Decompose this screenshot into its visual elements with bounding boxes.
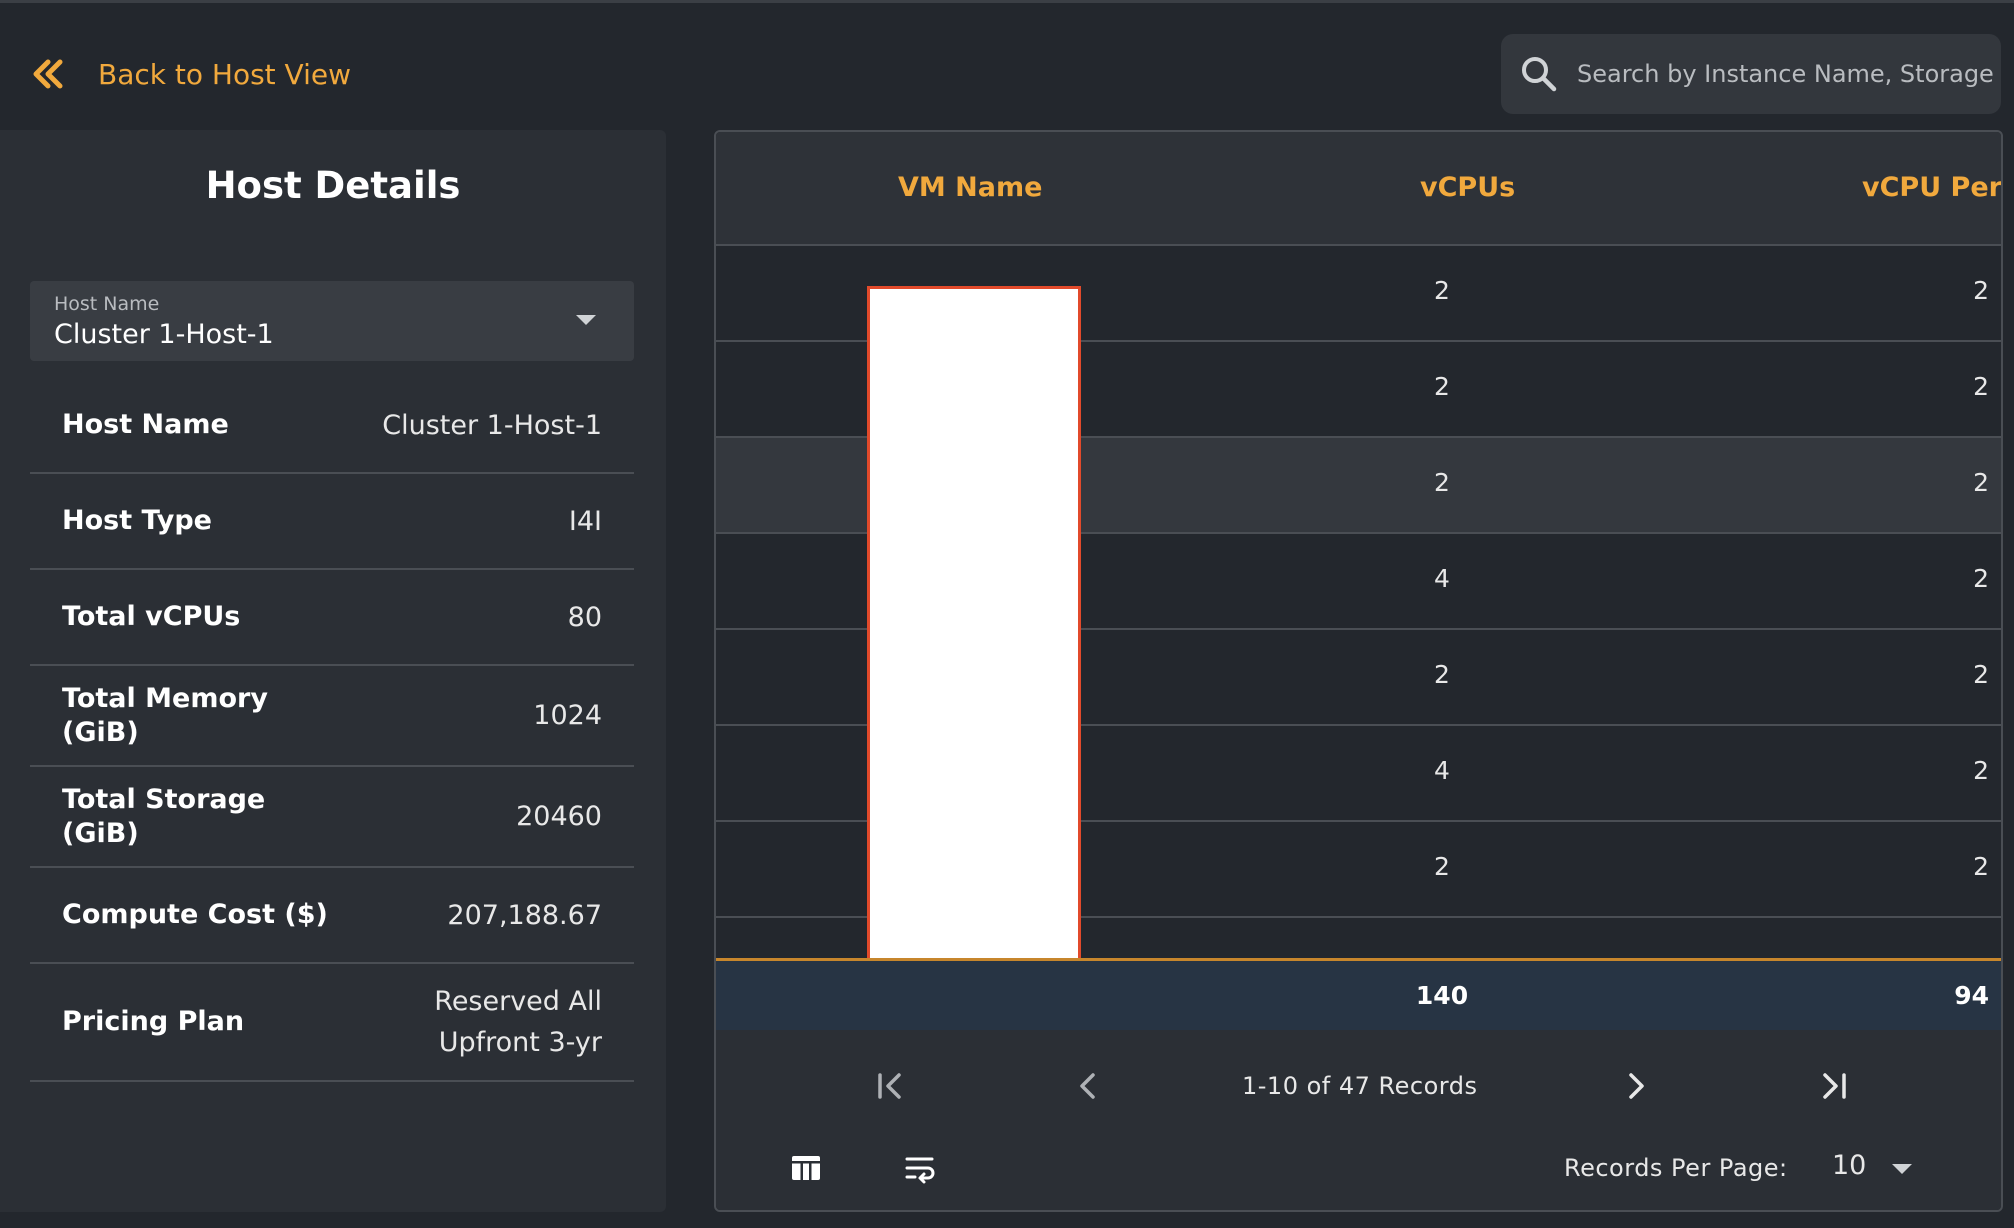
host-select-value: Cluster 1-Host-1 (54, 319, 274, 350)
dropdown-caret-icon (1892, 1164, 1912, 1174)
host-details-title: Host Details (205, 164, 461, 207)
total-vcpus: 140 (1415, 981, 1469, 1010)
cell-vcpu-per: 2 (1973, 756, 1989, 785)
detail-key: Host Name (62, 409, 229, 440)
records-per-page-select[interactable]: 10 (1832, 1146, 1922, 1190)
last-page-button[interactable] (1814, 1066, 1854, 1106)
detail-row-host-name: Host Name Cluster 1-Host-1 (30, 378, 634, 474)
cell-vcpu-per: 2 (1973, 468, 1989, 497)
search-icon (1522, 57, 1557, 92)
detail-key: Total Storage (GiB) (62, 783, 266, 849)
detail-value: 1024 (533, 700, 602, 731)
pagination-bar: 1-10 of 47 Records Records Per Page: 10 (716, 1030, 2001, 1210)
detail-value: 20460 (516, 801, 602, 832)
detail-key: Host Type (62, 505, 212, 536)
detail-value: 207,188.67 (447, 899, 602, 931)
wrap-text-button[interactable] (900, 1148, 940, 1188)
cell-vcpu-per: 2 (1973, 564, 1989, 593)
detail-row-total-storage: Total Storage (GiB) 20460 (30, 767, 634, 868)
cell-vcpu-per: 2 (1973, 852, 1989, 881)
column-header-vcpu-per[interactable]: vCPU Per (1862, 172, 2001, 203)
detail-row-host-type: Host Type I4I (30, 474, 634, 570)
detail-key: Total Memory (GiB) (62, 682, 268, 748)
host-name-select[interactable]: Host Name Cluster 1-Host-1 (30, 281, 634, 361)
next-page-icon (1629, 1073, 1644, 1099)
dropdown-caret-icon (576, 315, 596, 325)
total-vcpu-per: 94 (1954, 981, 1989, 1010)
search-input[interactable] (1577, 54, 2001, 94)
cell-vcpu-per: 2 (1973, 276, 1989, 305)
vm-table-panel: VM Name vCPUs vCPU Per 2 2 2 2 2 2 4 2 2… (714, 130, 2003, 1212)
detail-key: Pricing Plan (62, 1006, 245, 1037)
detail-row-total-vcpus: Total vCPUs 80 (30, 570, 634, 666)
previous-page-icon (1080, 1073, 1095, 1099)
cell-vcpu-per: 2 (1973, 660, 1989, 689)
detail-row-pricing-plan: Pricing Plan Reserved All Upfront 3-yr (30, 964, 634, 1082)
first-page-button[interactable] (870, 1066, 910, 1106)
detail-value: Reserved All Upfront 3-yr (434, 986, 602, 1058)
double-chevron-left-icon (33, 59, 63, 89)
records-range-text: 1-10 of 47 Records (1242, 1072, 1478, 1100)
records-per-page-value: 10 (1832, 1150, 1867, 1181)
search-box[interactable] (1501, 34, 2001, 114)
detail-row-compute-cost: Compute Cost ($) 207,188.67 (30, 868, 634, 964)
back-link-label: Back to Host View (98, 57, 351, 91)
detail-key: Compute Cost ($) (62, 899, 328, 930)
last-page-icon (1823, 1073, 1846, 1099)
top-border (0, 0, 2014, 3)
column-settings-icon (792, 1156, 820, 1180)
column-header-vcpus[interactable]: vCPUs (1420, 172, 1515, 203)
table-header: VM Name vCPUs vCPU Per (716, 132, 2001, 246)
detail-value: I4I (568, 505, 602, 537)
cell-vcpu-per: 2 (1973, 372, 1989, 401)
detail-value: 80 (567, 601, 602, 633)
host-select-label: Host Name (54, 293, 160, 315)
detail-value: Cluster 1-Host-1 (382, 409, 602, 441)
records-per-page-label: Records Per Page: (1564, 1154, 1788, 1182)
wrap-text-icon (905, 1157, 935, 1184)
column-header-vm-name[interactable]: VM Name (898, 172, 1042, 203)
first-page-icon (878, 1073, 901, 1099)
previous-page-button[interactable] (1068, 1066, 1108, 1106)
column-settings-button[interactable] (786, 1148, 826, 1188)
host-details-panel: Host Details Host Name Cluster 1-Host-1 … (0, 130, 666, 1212)
detail-row-total-memory: Total Memory (GiB) 1024 (30, 666, 634, 767)
back-to-host-view-link[interactable]: Back to Host View (28, 54, 351, 94)
table-totals-row: 140 94 (716, 958, 2001, 1030)
detail-key: Total vCPUs (62, 601, 241, 632)
next-page-button[interactable] (1616, 1066, 1656, 1106)
